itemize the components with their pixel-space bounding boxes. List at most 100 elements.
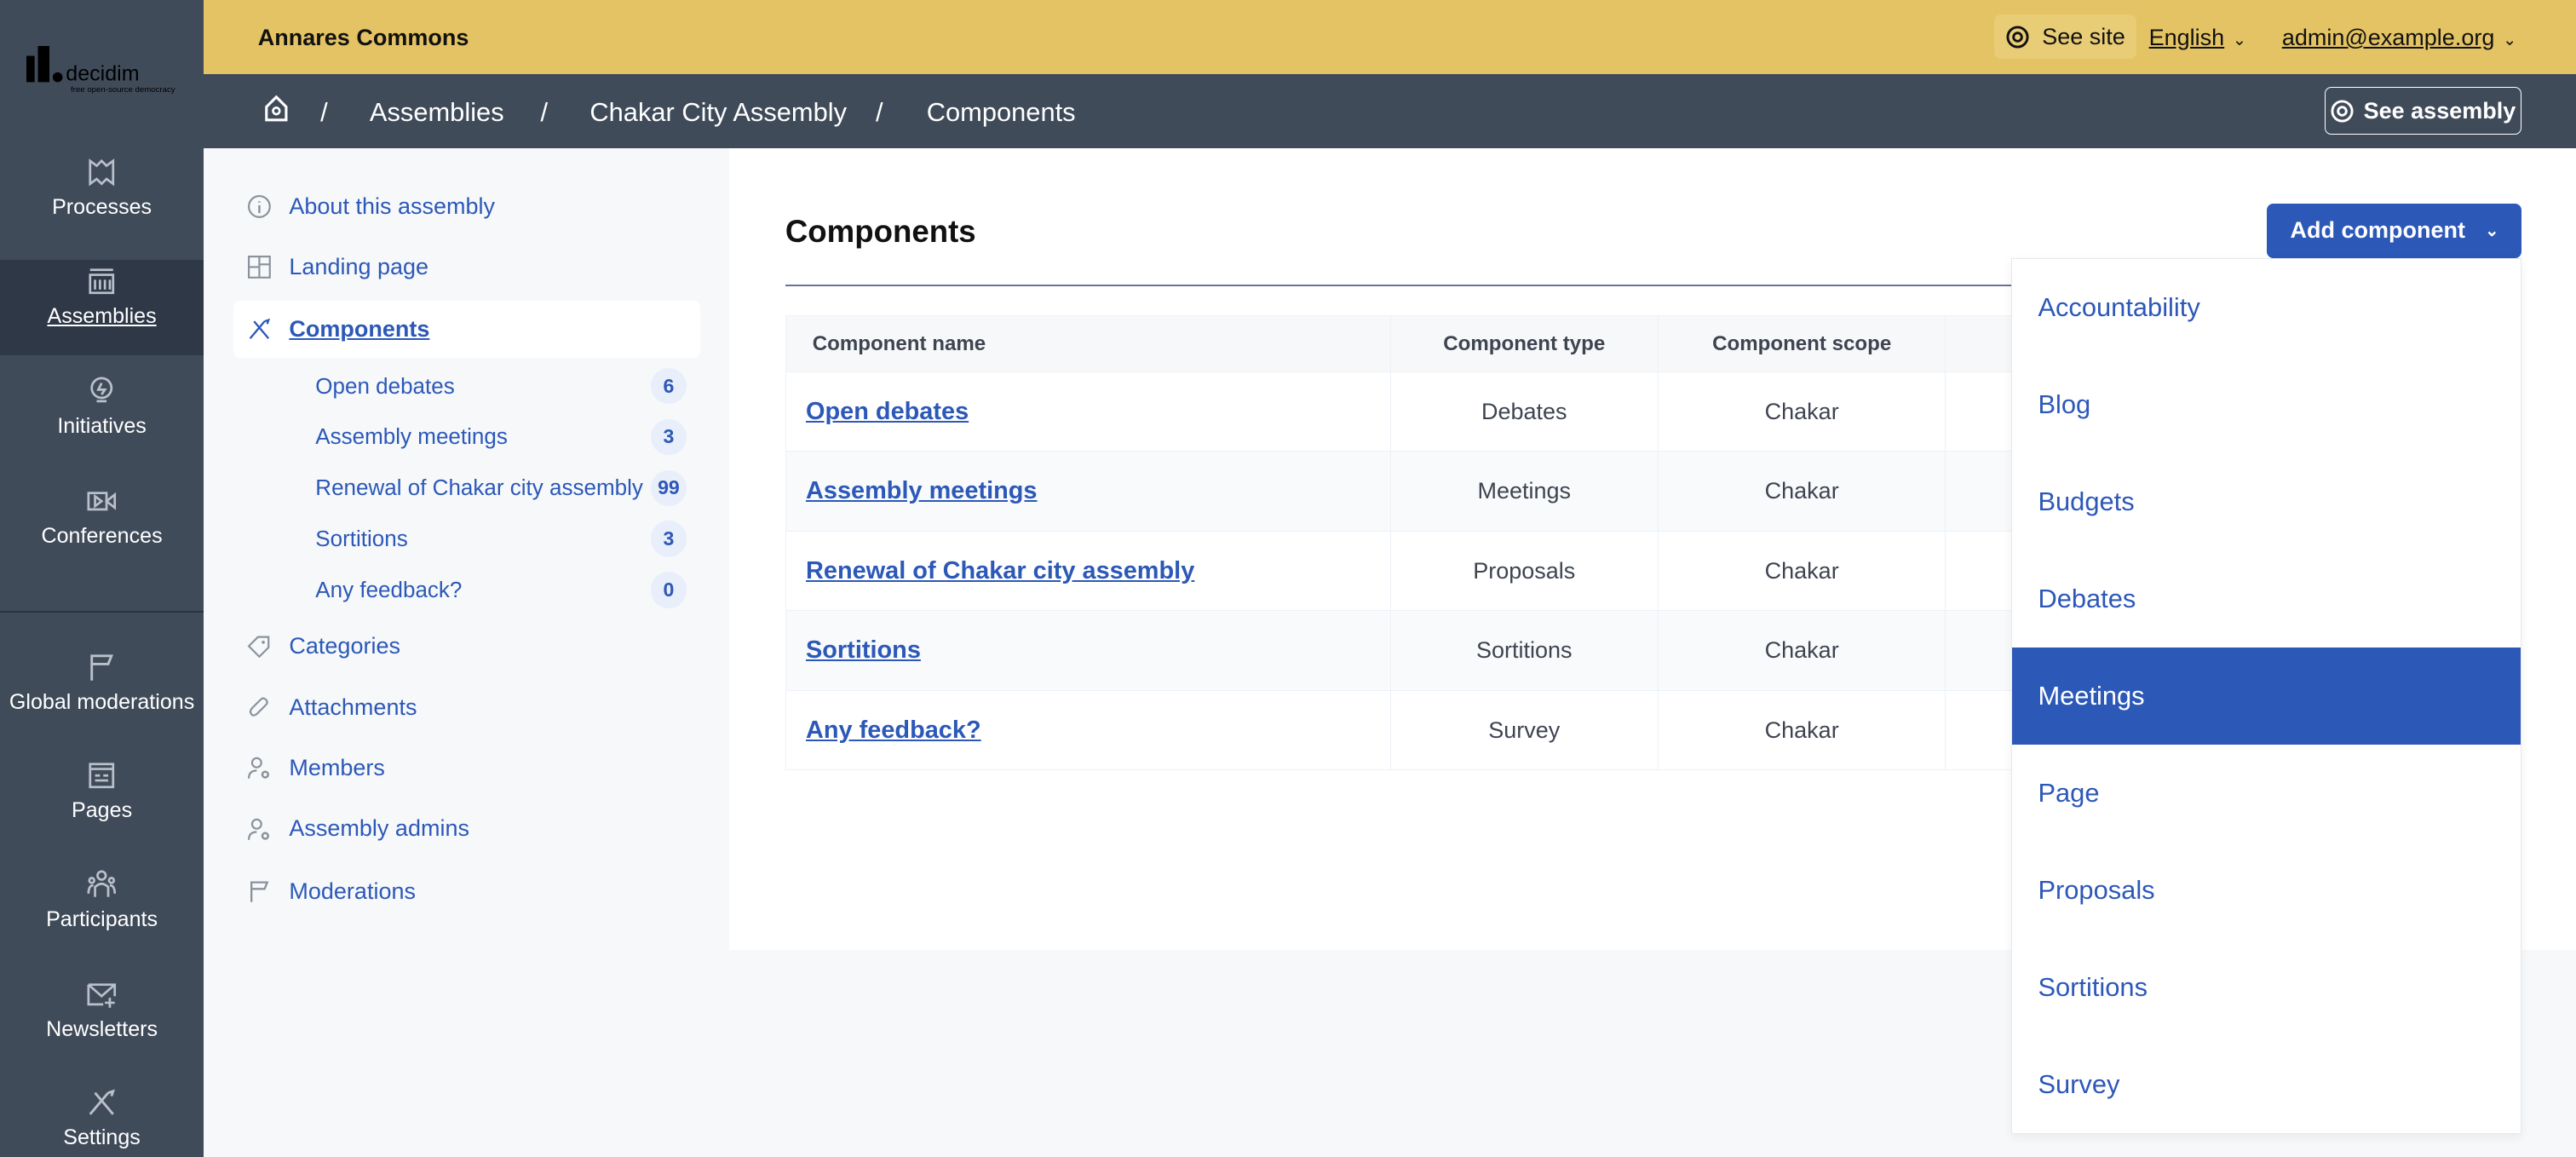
dropdown-item-accountability[interactable]: Accountability — [2012, 259, 2521, 356]
user-menu[interactable]: admin@example.org ⌄ — [2282, 25, 2516, 51]
rail-item-newsletters[interactable]: Newsletters — [0, 978, 204, 1070]
sidebar-item-label: Landing page — [289, 253, 429, 279]
rail-item-label: Pages — [72, 798, 133, 823]
rail-divider — [0, 611, 204, 613]
component-type-cell: Proposals — [1389, 530, 1659, 612]
process-map-icon — [85, 156, 118, 189]
component-type-cell: Debates — [1389, 371, 1659, 452]
rail-item-label: Participants — [46, 907, 158, 931]
breadcrumb-assembly[interactable]: Chakar City Assembly — [589, 97, 847, 128]
breadcrumb-assemblies[interactable]: Assemblies — [370, 97, 504, 128]
component-link: Open debates — [315, 372, 455, 399]
component-name-cell: Assembly meetings — [785, 451, 1391, 532]
top-bar: Annares Commons See site English ⌄ admin@… — [204, 0, 2576, 74]
decidim-logo[interactable]: decidim free open-source democracy — [26, 46, 182, 95]
sidebar-component-item[interactable]: Any feedback? 0 — [315, 567, 687, 613]
count-badge: 3 — [650, 521, 687, 557]
rail-item-settings[interactable]: Settings — [0, 1086, 204, 1157]
dropdown-item-budgets[interactable]: Budgets — [2012, 453, 2521, 550]
rail-item-processes[interactable]: Processes — [0, 156, 204, 248]
component-scope-cell: Chakar — [1657, 371, 1946, 452]
lightbulb-icon — [85, 375, 118, 408]
component-name-link[interactable]: Any feedback? — [806, 717, 981, 744]
rail-item-label: Assemblies — [47, 303, 157, 328]
dropdown-item-blog[interactable]: Blog — [2012, 356, 2521, 453]
sidebar-item-members[interactable]: Members — [233, 740, 700, 797]
component-name-link[interactable]: Sortitions — [806, 636, 921, 664]
sidebar-component-item[interactable]: Sortitions 3 — [315, 516, 687, 562]
rail-item-label: Conferences — [41, 524, 163, 549]
sidebar-item-landing-page[interactable]: Landing page — [233, 239, 700, 296]
people-icon — [85, 867, 118, 901]
add-component-label: Add component — [2290, 217, 2465, 244]
dropdown-item-proposals[interactable]: Proposals — [2012, 842, 2521, 939]
column-header: Component type — [1389, 315, 1659, 372]
sidebar-item-label: Members — [289, 755, 385, 781]
sidebar-item-about-this-assembly[interactable]: About this assembly — [233, 177, 700, 235]
add-component-button[interactable]: Add component ⌄ — [2267, 204, 2522, 258]
language-selector[interactable]: English ⌄ — [2149, 25, 2246, 51]
dropdown-item-page[interactable]: Page — [2012, 745, 2521, 842]
tools-icon — [85, 1086, 118, 1120]
info-icon — [246, 193, 273, 220]
sidebar-item-label: About this assembly — [289, 193, 496, 219]
sidebar-item-assembly-admins[interactable]: Assembly admins — [233, 800, 700, 858]
sidebar-component-item[interactable]: Renewal of Chakar city assembly 99 — [315, 465, 687, 511]
page-title: Components — [785, 213, 976, 249]
sidebar-item-components[interactable]: Components — [233, 300, 700, 359]
component-name-link[interactable]: Renewal of Chakar city assembly — [806, 557, 1194, 584]
dropdown-item-meetings[interactable]: Meetings — [2011, 647, 2521, 745]
component-type-cell: Meetings — [1389, 451, 1659, 532]
tag-icon — [246, 633, 273, 659]
sidebar-item-label: Assembly admins — [289, 815, 469, 842]
count-badge: 0 — [650, 572, 687, 608]
count-badge: 6 — [650, 367, 687, 405]
see-site-label: See site — [2042, 23, 2125, 49]
sidebar-item-categories[interactable]: Categories — [233, 618, 700, 676]
home-icon[interactable] — [262, 94, 291, 124]
rail-item-pages[interactable]: Pages — [0, 759, 204, 851]
sidebar-item-label: Attachments — [289, 694, 417, 720]
page-icon — [85, 759, 118, 792]
breadcrumb-components[interactable]: Components — [927, 97, 1076, 128]
dropdown-item-debates[interactable]: Debates — [2012, 550, 2521, 648]
user-gear-icon — [246, 755, 273, 781]
component-name-link[interactable]: Open debates — [806, 398, 969, 425]
paperclip-icon — [246, 694, 273, 721]
title-divider — [785, 284, 2067, 286]
rail-item-initiatives[interactable]: Initiatives — [0, 375, 204, 467]
rail-item-conferences[interactable]: Conferences — [0, 485, 204, 577]
app: decidim free open-source democracy Proces… — [0, 0, 2576, 1157]
layout-icon — [246, 254, 273, 280]
sidebar-item-attachments[interactable]: Attachments — [233, 679, 700, 737]
component-scope-cell: Chakar — [1657, 689, 1946, 771]
chevron-down-icon: ⌄ — [2485, 222, 2499, 240]
component-type-cell: Sortitions — [1389, 610, 1659, 691]
see-assembly-button[interactable]: See assembly — [2324, 87, 2522, 135]
user-email: admin@example.org — [2281, 24, 2495, 50]
component-scope-cell: Chakar — [1657, 610, 1946, 691]
video-icon — [85, 485, 118, 518]
assembly-building-icon — [85, 265, 118, 298]
dropdown-item-sortitions[interactable]: Sortitions — [2012, 939, 2521, 1036]
component-name-link[interactable]: Assembly meetings — [806, 477, 1038, 504]
user-gear-icon — [246, 816, 273, 843]
component-scope-cell: Chakar — [1657, 451, 1946, 532]
component-link: Any feedback? — [315, 576, 463, 602]
sidebar-component-item[interactable]: Open debates 6 — [315, 363, 687, 409]
count-badge: 99 — [650, 469, 687, 506]
organization-name[interactable]: Annares Commons — [258, 25, 469, 51]
rail-item-assemblies[interactable]: Assemblies — [0, 259, 204, 355]
dropdown-item-survey[interactable]: Survey — [2012, 1036, 2521, 1133]
component-name-cell: Sortitions — [785, 610, 1391, 691]
sidebar-item-label: Moderations — [289, 878, 416, 904]
rail-item-participants[interactable]: Participants — [0, 867, 204, 959]
sidebar-component-item[interactable]: Assembly meetings 3 — [315, 414, 687, 460]
eye-icon — [2331, 100, 2354, 123]
see-site-button[interactable]: See site — [1994, 14, 2137, 60]
column-header: Component name — [785, 315, 1391, 372]
rail-item-global-moderations[interactable]: Global moderations — [0, 651, 204, 743]
sidebar-item-moderations[interactable]: Moderations — [233, 863, 700, 921]
breadcrumb-separator: / — [875, 96, 883, 127]
component-link: Assembly meetings — [315, 423, 508, 450]
